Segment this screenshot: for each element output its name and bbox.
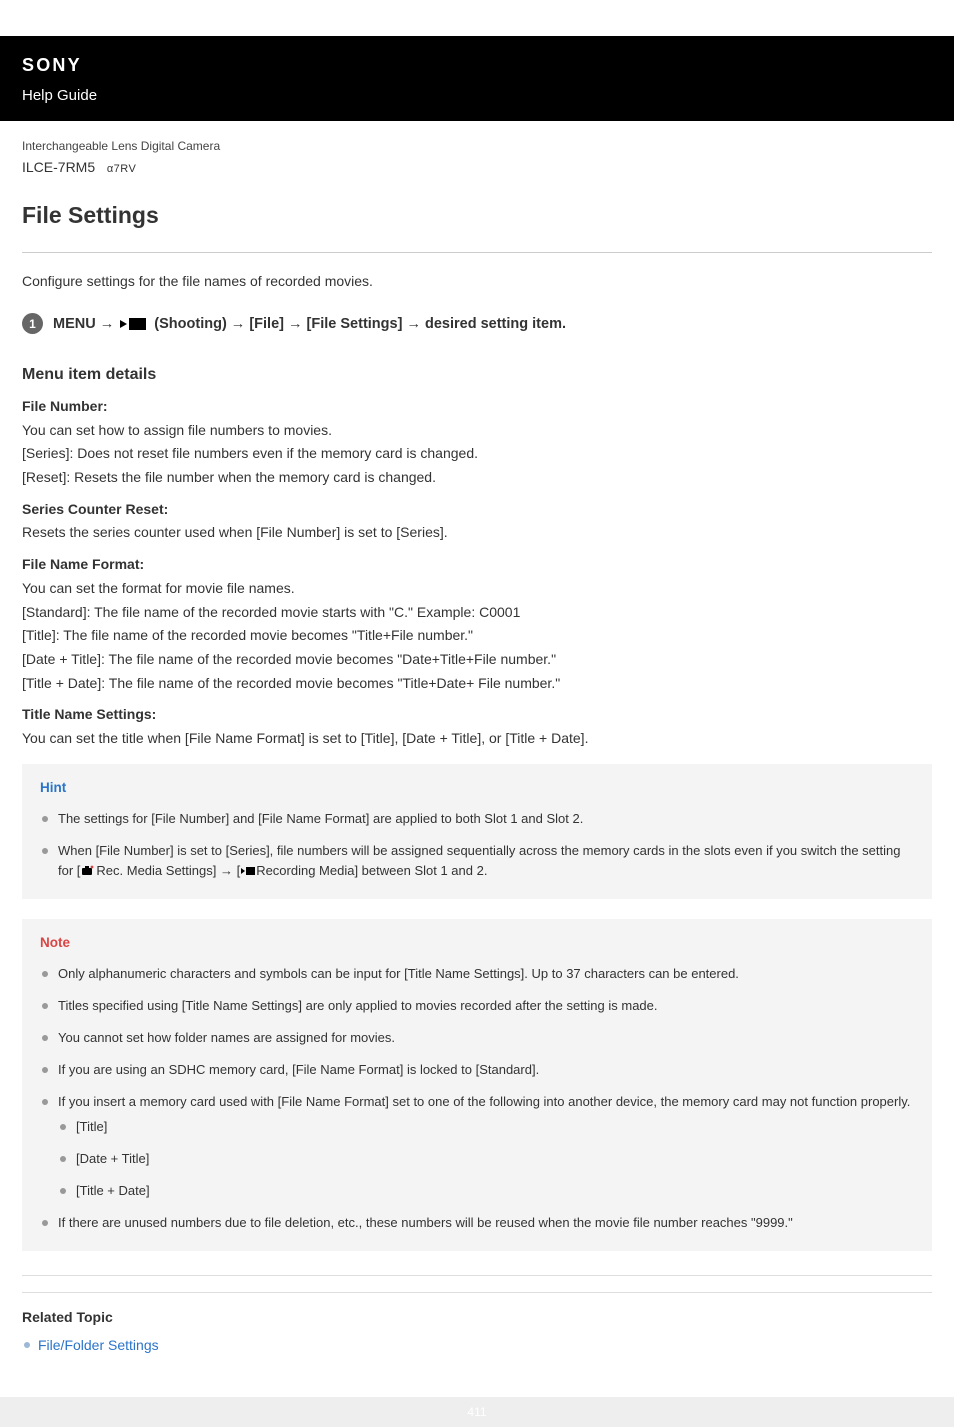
menu-item-option: [Series]: Does not reset file numbers ev… [22,443,932,465]
menu-item-desc: You can set the title when [File Name Fo… [22,728,932,750]
hint-item: When [File Number] is set to [Series], f… [40,841,914,881]
menu-item-desc: You can set the format for movie file na… [22,578,932,600]
product-line: Interchangeable Lens Digital Camera [22,137,932,156]
note-title: Note [40,933,914,954]
model-name: ILCE-7RM5 α7RV [22,157,932,179]
note-item: Only alphanumeric characters and symbols… [40,964,914,984]
step-file-settings: [File Settings] [307,316,403,332]
movie-shooting-icon [120,317,146,331]
menu-item-desc: You can set how to assign file numbers t… [22,420,932,442]
note-subitem: [Title + Date] [58,1181,914,1201]
menu-item-block: File Name Format:You can set the format … [22,554,932,694]
note-callout: Note Only alphanumeric characters and sy… [22,919,932,1251]
intro-text: Configure settings for the file names of… [22,271,932,293]
step-file: [File] [249,316,284,332]
note-item: If there are unused numbers due to file … [40,1213,914,1233]
step-shooting: (Shooting) [154,316,226,332]
page-number: 411 [467,1405,486,1419]
menu-item-option: [Title + Date]: The file name of the rec… [22,673,932,695]
menu-item-block: Series Counter Reset:Resets the series c… [22,499,932,544]
step-desired: desired setting item. [425,316,566,332]
note-sublist: [Title] [Date + Title] [Title + Date] [58,1117,914,1201]
note-list: Only alphanumeric characters and symbols… [40,964,914,1233]
note-item: You cannot set how folder names are assi… [40,1028,914,1048]
step-number-badge: 1 [22,313,43,334]
note-subitem: [Title] [58,1117,914,1137]
hint-list: The settings for [File Number] and [File… [40,809,914,881]
note-subitem: [Date + Title] [58,1149,914,1169]
divider [22,1292,932,1293]
menu-item-desc: Resets the series counter used when [Fil… [22,522,932,544]
divider [22,252,932,253]
movie-icon [241,866,255,876]
related-topic-heading: Related Topic [22,1307,932,1329]
menu-item-option: [Title]: The file name of the recorded m… [22,625,932,647]
menu-item-option: [Date + Title]: The file name of the rec… [22,649,932,671]
hint-item: The settings for [File Number] and [File… [40,809,914,829]
menu-item-option: [Reset]: Resets the file number when the… [22,467,932,489]
note-item: Titles specified using [Title Name Setti… [40,996,914,1016]
note-item: If you are using an SDHC memory card, [F… [40,1060,914,1080]
related-link[interactable]: File/Folder Settings [38,1337,159,1353]
model-code: ILCE-7RM5 [22,159,95,175]
hint-callout: Hint The settings for [File Number] and … [22,764,932,899]
brand-logo: SONY [22,52,932,80]
divider [22,1275,932,1276]
page-title: File Settings [22,198,932,234]
step-text: MENU (Shooting) [File] [File Settings] d… [53,313,566,335]
related-item: File/Folder Settings [22,1335,932,1357]
model-suffix: α7RV [107,163,137,175]
menu-item-title: File Number: [22,396,932,418]
top-banner: SONY Help Guide [0,36,954,121]
step-menu: MENU [53,316,96,332]
menu-item-details-heading: Menu item details [22,363,932,388]
note-item: If you insert a memory card used with [F… [40,1092,914,1201]
menu-item-block: File Number:You can set how to assign fi… [22,396,932,489]
menu-path-step: 1 MENU (Shooting) [File] [File Settings]… [22,313,932,335]
menu-item-title: Title Name Settings: [22,704,932,726]
hint-title: Hint [40,778,914,799]
help-guide-label: Help Guide [22,84,932,107]
menu-item-block: Title Name Settings:You can set the titl… [22,704,932,749]
menu-item-title: File Name Format: [22,554,932,576]
menu-item-option: [Standard]: The file name of the recorde… [22,602,932,624]
camera-movie-icon [81,865,95,877]
menu-item-title: Series Counter Reset: [22,499,932,521]
page-footer: 411 [0,1397,954,1427]
related-list: File/Folder Settings [22,1335,932,1357]
